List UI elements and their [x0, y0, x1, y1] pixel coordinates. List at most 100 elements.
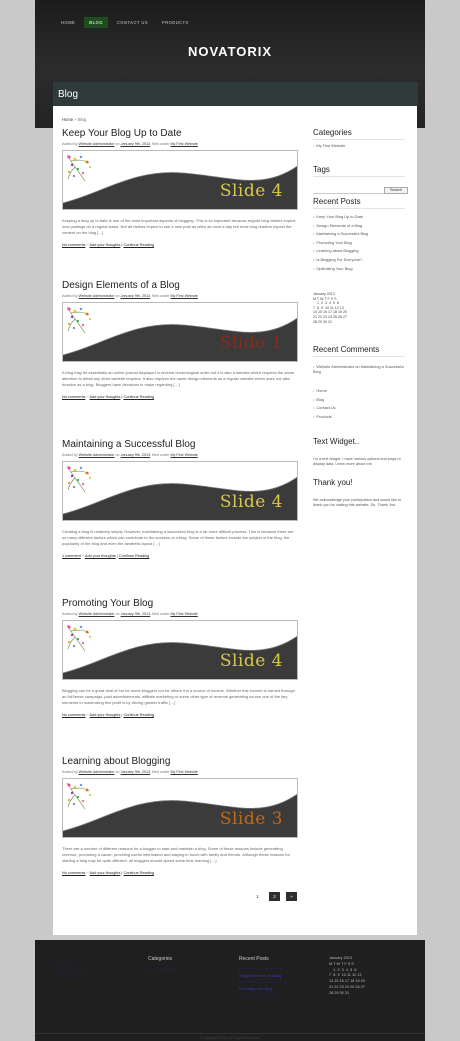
post-slide-image[interactable]: Slide 4: [62, 461, 298, 521]
add-thoughts-link[interactable]: Add your thoughts: [90, 395, 121, 399]
post-author-link[interactable]: Website Administrator: [79, 294, 115, 298]
post-date-link[interactable]: January 9th, 2013: [121, 453, 151, 457]
post-category-link[interactable]: My First Website: [170, 294, 197, 298]
main-nav: HOME BLOG CONTACT US PRODUCTS: [56, 17, 194, 28]
post-excerpt: There are a number of different reasons …: [62, 846, 290, 864]
nav-contact-us[interactable]: CONTACT US: [112, 17, 153, 28]
next-page-link[interactable]: »: [286, 892, 297, 901]
slide-caption: Slide 1: [219, 333, 283, 353]
recent-posts-list: Keep Your Blog Up to DateDesign Elements…: [313, 213, 368, 273]
post-author-link[interactable]: Website Administrator: [79, 770, 115, 774]
post-title-link[interactable]: Promoting Your Blog: [62, 598, 153, 609]
meta-added-by-label: Added by: [62, 770, 78, 774]
post-title-link[interactable]: Keep Your Blog Up to Date: [62, 128, 182, 139]
recent-comment-link[interactable]: Website Administrator on Maintaining a S…: [313, 364, 404, 374]
meta-on-label: on: [115, 294, 120, 298]
footer-categories-title: Categories: [148, 956, 173, 962]
search-input[interactable]: [313, 187, 384, 194]
page-1-link[interactable]: 1: [252, 892, 263, 901]
slide-caption: Slide 4: [219, 181, 283, 201]
post-category-link[interactable]: My First Website: [170, 453, 197, 457]
continue-reading-link[interactable]: Continue Reading: [119, 554, 149, 558]
post-actions: No comments ~ Add your thoughts | Contin…: [62, 394, 154, 399]
continue-reading-link[interactable]: Continue Reading: [123, 713, 153, 717]
post-title-link[interactable]: Maintaining a Successful Blog: [62, 439, 195, 450]
meta-filed-label: , filed under: [150, 612, 170, 616]
post-category-link[interactable]: My First Website: [170, 612, 197, 616]
post-author-link[interactable]: Website Administrator: [79, 142, 115, 146]
categories-list: My First Website: [313, 142, 345, 151]
blog-post: Keep Your Blog Up to Date Added by Websit…: [62, 128, 298, 247]
flower-sprig-icon: [66, 465, 91, 493]
nav-blog[interactable]: BLOG: [84, 17, 108, 28]
post-slide-image[interactable]: Slide 4: [62, 150, 298, 210]
add-thoughts-link[interactable]: Add your thoughts: [90, 243, 121, 247]
recent-post-link[interactable]: Design Elements of a Blog: [313, 222, 368, 231]
category-link[interactable]: My First Website: [313, 143, 345, 148]
post-meta: Added by Website Administrator on Januar…: [62, 294, 298, 298]
comments-link[interactable]: No comments: [62, 395, 85, 399]
post-slide-image[interactable]: Slide 4: [62, 620, 298, 680]
flower-sprig-icon: [66, 782, 91, 810]
footer-calendar: January 2013 M T W T F S S 1 2 3 4 5 6 7…: [329, 956, 365, 997]
post-date-link[interactable]: January 9th, 2013: [121, 142, 151, 146]
comments-link[interactable]: 1 comment: [62, 554, 81, 558]
slide-caption: Slide 4: [219, 492, 283, 512]
nav-home[interactable]: HOME: [56, 17, 80, 28]
recent-post-link[interactable]: Is Blogging For Everyone?: [313, 256, 368, 265]
search-button[interactable]: Search: [384, 187, 408, 194]
recent-post-link[interactable]: Optimizing Your Blog: [313, 265, 368, 274]
page-link[interactable]: Contact Us: [313, 404, 335, 413]
comments-link[interactable]: No comments: [62, 243, 85, 247]
post-category-link[interactable]: My First Website: [170, 770, 197, 774]
comments-link[interactable]: No comments: [62, 871, 85, 875]
footer-recent-posts-list: Keep Your Blog Up to Date Design Elements…: [239, 966, 287, 999]
blog-post: Maintaining a Successful Blog Added by We…: [62, 439, 298, 558]
nav-products[interactable]: PRODUCTS: [157, 17, 194, 28]
post-author-link[interactable]: Website Administrator: [79, 453, 115, 457]
breadcrumb-home-link[interactable]: Home: [62, 117, 73, 122]
recent-post-link[interactable]: Keep Your Blog Up to Date: [313, 213, 368, 222]
add-thoughts-link[interactable]: Add your thoughts: [90, 713, 121, 717]
post-author-link[interactable]: Website Administrator: [79, 612, 115, 616]
page-2-link[interactable]: 2: [269, 892, 280, 901]
footer-recent-posts-title: Recent Posts: [239, 956, 269, 962]
divider: [313, 176, 405, 177]
comments-link[interactable]: No comments: [62, 713, 85, 717]
page-link[interactable]: Products: [313, 413, 336, 422]
footer-recent-post-link[interactable]: Learning about Blogging: [239, 992, 287, 999]
continue-reading-link[interactable]: Continue Reading: [123, 395, 153, 399]
add-thoughts-link[interactable]: Add your thoughts: [90, 871, 121, 875]
meta-on-label: on: [115, 612, 120, 616]
site-logo[interactable]: NOVATORIX: [35, 44, 425, 59]
post-category-link[interactable]: My First Website: [170, 142, 197, 146]
footer-categories: Categories My First Website: [148, 956, 175, 973]
recent-post-link[interactable]: Learning about Blogging: [313, 247, 368, 256]
flower-sprig-icon: [66, 624, 91, 652]
blog-post: Promoting Your Blog Added by Website Admi…: [62, 598, 298, 717]
add-thoughts-link[interactable]: Add your thoughts: [85, 554, 116, 558]
continue-reading-link[interactable]: Continue Reading: [123, 243, 153, 247]
recent-post-link[interactable]: Maintaining a Successful Blog: [313, 230, 368, 239]
divider: [313, 139, 405, 140]
footer-recent-post-link[interactable]: Maintaining a Successful Blog: [239, 979, 287, 986]
page-link[interactable]: Blog: [313, 396, 336, 405]
slide-caption: Slide 4: [219, 651, 283, 671]
post-date-link[interactable]: January 9th, 2013: [121, 770, 151, 774]
continue-reading-link[interactable]: Continue Reading: [123, 871, 153, 875]
meta-added-by-label: Added by: [62, 294, 78, 298]
footer-category-link[interactable]: My First Website: [148, 966, 175, 973]
page-link[interactable]: Home: [313, 387, 336, 396]
post-date-link[interactable]: January 9th, 2013: [121, 294, 151, 298]
post-slide-image[interactable]: Slide 3: [62, 778, 298, 838]
footer-divider: [35, 1033, 425, 1034]
footer-recent-post-link[interactable]: Keep Your Blog Up to Date: [239, 966, 287, 973]
post-title-link[interactable]: Learning about Blogging: [62, 756, 170, 767]
post-date-link[interactable]: January 9th, 2013: [121, 612, 151, 616]
post-slide-image[interactable]: Slide 1: [62, 302, 298, 362]
footer-link[interactable]: Terms & Conditions: [56, 973, 87, 980]
content-area: Home » Blog Keep Your Blog Up to Date Add…: [53, 106, 417, 935]
post-title-link[interactable]: Design Elements of a Blog: [62, 280, 180, 291]
post-excerpt: Blogging can be a great deal of fun for …: [62, 688, 295, 706]
recent-post-link[interactable]: Promoting Your Blog: [313, 239, 368, 248]
